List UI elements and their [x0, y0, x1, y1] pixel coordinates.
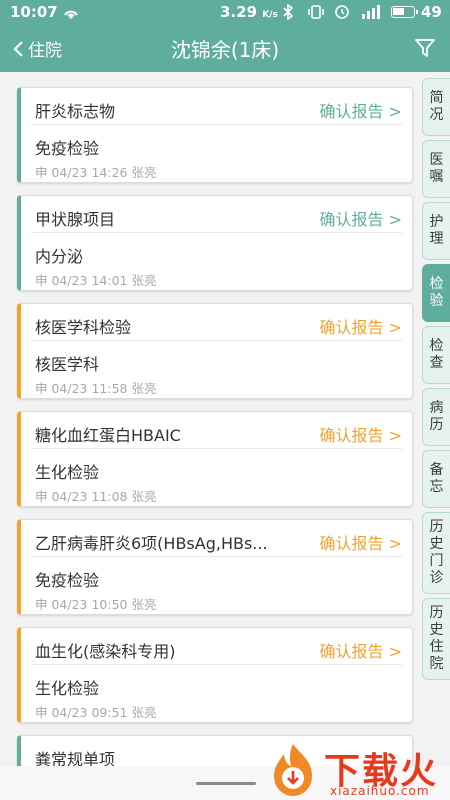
hotspot-icon — [64, 10, 78, 19]
report-name: 核医学科检验 — [35, 318, 132, 337]
confirm-report-link[interactable]: 确认报告 > — [320, 98, 403, 122]
confirm-report-link[interactable]: 确认报告 > — [320, 530, 403, 554]
report-name: 乙肝病毒肝炎6项(HBsAg,HBs... — [35, 534, 268, 553]
confirm-report-link[interactable]: 确认报告 > — [320, 314, 403, 338]
tab-lab-tests[interactable]: 检验 — [422, 264, 450, 322]
report-category: 生化检验 — [35, 679, 100, 698]
tab-medical-records[interactable]: 病历 — [422, 388, 450, 446]
watermark: 下载火 xiazaihuo.com — [258, 738, 450, 800]
tab-overview[interactable]: 简况 — [422, 78, 450, 136]
report-meta: 申 04/23 14:01 张亮 — [35, 273, 157, 288]
home-indicator[interactable] — [196, 782, 256, 785]
divider — [31, 664, 402, 665]
status-bar: 10:07 3.29 K/s 49 — [0, 0, 450, 24]
report-name: 甲状腺项目 — [35, 210, 116, 229]
report-meta: 申 04/23 11:58 张亮 — [35, 381, 157, 396]
tab-memo[interactable]: 备忘 — [422, 450, 450, 508]
report-card[interactable]: 糖化血红蛋白HBAIC 确认报告 > 生化检验 申 04/23 11:08 张亮 — [17, 411, 413, 507]
report-list[interactable]: 肝炎标志物 确认报告 > 免疫检验 申 04/23 14:26 张亮 甲状腺项目… — [0, 72, 418, 766]
tab-nursing[interactable]: 护理 — [422, 202, 450, 260]
confirm-report-link[interactable]: 确认报告 > — [320, 206, 403, 230]
divider — [31, 556, 402, 557]
confirm-report-link[interactable]: 确认报告 > — [320, 422, 403, 446]
report-category: 生化检验 — [35, 463, 100, 482]
report-card[interactable]: 血生化(感染科专用) 确认报告 > 生化检验 申 04/23 09:51 张亮 — [17, 627, 413, 723]
report-meta: 申 04/23 10:50 张亮 — [35, 597, 157, 612]
divider — [31, 448, 402, 449]
alarm-icon — [335, 5, 349, 19]
flame-logo-icon — [274, 744, 312, 796]
tab-outpatient-history[interactable]: 历史门诊 — [422, 512, 450, 594]
report-category: 免疫检验 — [35, 571, 100, 590]
divider — [31, 340, 402, 341]
page-title: 沈锦余(1床) — [170, 38, 280, 62]
top-navigation-bar: 住院 沈锦余(1床) — [0, 24, 450, 72]
divider — [31, 124, 402, 125]
battery-icon — [391, 6, 418, 18]
filter-funnel-icon[interactable] — [414, 38, 436, 58]
watermark-domain: xiazaihuo.com — [330, 784, 430, 798]
report-card[interactable]: 乙肝病毒肝炎6项(HBsAg,HBs... 确认报告 > 免疫检验 申 04/2… — [17, 519, 413, 615]
tab-examinations[interactable]: 检查 — [422, 326, 450, 384]
bluetooth-icon — [283, 4, 294, 20]
tab-orders[interactable]: 医嘱 — [422, 140, 450, 198]
report-category: 免疫检验 — [35, 139, 100, 158]
report-name: 血生化(感染科专用) — [35, 642, 176, 661]
report-category: 核医学科 — [35, 355, 100, 374]
status-time: 10:07 — [10, 3, 58, 21]
report-card[interactable]: 核医学科检验 确认报告 > 核医学科 申 04/23 11:58 张亮 — [17, 303, 413, 399]
battery-level: 49 — [421, 3, 442, 21]
confirm-report-link[interactable]: 确认报告 > — [320, 638, 403, 662]
report-category: 内分泌 — [35, 247, 84, 266]
report-meta: 申 04/23 14:26 张亮 — [35, 165, 157, 180]
vibrate-icon — [308, 5, 324, 19]
report-card[interactable]: 肝炎标志物 确认报告 > 免疫检验 申 04/23 14:26 张亮 — [17, 87, 413, 183]
report-card[interactable]: 甲状腺项目 确认报告 > 内分泌 申 04/23 14:01 张亮 — [17, 195, 413, 291]
report-meta: 申 04/23 09:51 张亮 — [35, 705, 157, 720]
net-speed: 3.29 K/s — [220, 3, 278, 21]
report-name: 糖化血红蛋白HBAIC — [35, 426, 181, 445]
report-meta: 申 04/23 11:08 张亮 — [35, 489, 157, 504]
tab-inpatient-history[interactable]: 历史住院 — [422, 598, 450, 680]
net-speed-unit: K/s — [262, 10, 278, 20]
signal-icon — [362, 5, 380, 19]
divider — [31, 232, 402, 233]
status-icons — [283, 4, 380, 20]
report-name: 肝炎标志物 — [35, 102, 116, 121]
